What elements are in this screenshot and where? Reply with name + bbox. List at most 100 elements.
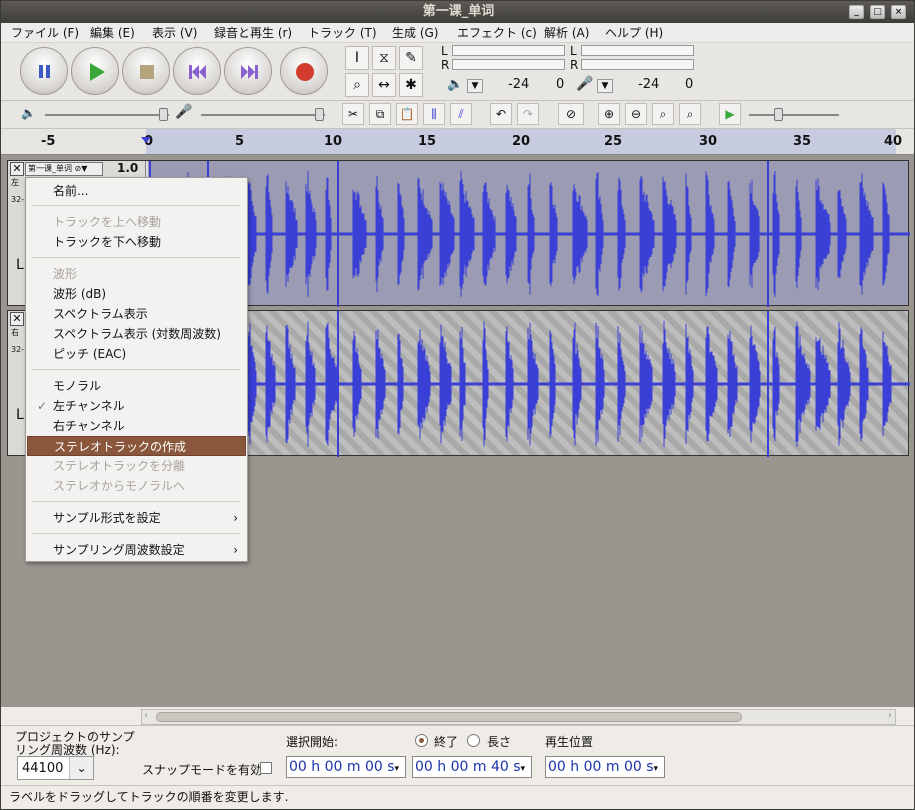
play-speed-thumb[interactable] <box>774 108 783 121</box>
silence-button[interactable]: ⫽ <box>450 103 472 125</box>
menu-view[interactable]: 表示 (V) <box>152 25 197 41</box>
length-radio[interactable] <box>467 734 480 747</box>
zoom-out-button[interactable]: ⊖ <box>625 103 647 125</box>
track-close-icon[interactable]: ✕ <box>10 162 24 176</box>
playback-meter-L: L <box>441 44 448 58</box>
copy-button[interactable]: ⧉ <box>369 103 391 125</box>
close-window-icon[interactable]: × <box>891 5 906 19</box>
zoom-tool[interactable]: ⌕ <box>345 73 369 97</box>
menu-analyze[interactable]: 解析 (A) <box>544 25 589 41</box>
menu-pitch[interactable]: ピッチ (EAC) <box>27 344 246 364</box>
chevron-right-icon: › <box>233 511 238 525</box>
record-meter-bar-L <box>581 45 694 56</box>
menu-file[interactable]: ファイル (F) <box>11 25 79 41</box>
play-speed-slider[interactable] <box>749 114 839 116</box>
app-window: 第一课_单词 _ □ × ファイル (F) 編集 (E) 表示 (V) 録音と再… <box>0 0 915 810</box>
undo-button[interactable]: ↶ <box>490 103 512 125</box>
playback-volume-thumb[interactable] <box>159 108 168 121</box>
record-button[interactable] <box>280 47 328 95</box>
title-bar: 第一课_单词 _ □ × <box>1 1 914 23</box>
menu-bar: ファイル (F) 編集 (E) 表示 (V) 録音と再生 (r) トラック (T… <box>1 23 914 43</box>
menu-make-stereo[interactable]: ステレオトラックの作成 <box>27 436 246 456</box>
menu-transport[interactable]: 録音と再生 (r) <box>214 25 292 41</box>
time-format-icon[interactable]: ▾ <box>654 764 659 774</box>
selection-start-label: 選択開始: <box>286 735 339 749</box>
menu-tracks[interactable]: トラック (T) <box>308 25 377 41</box>
menu-mono[interactable]: モノラル <box>27 376 246 396</box>
time-format-icon[interactable]: ▾ <box>395 764 400 774</box>
play-position-label: 再生位置 <box>545 735 594 749</box>
redo-button[interactable]: ↷ <box>517 103 539 125</box>
chevron-down-icon[interactable]: ⌄ <box>69 757 93 779</box>
timeline-ruler[interactable]: -5 0 5 10 15 20 25 30 35 40 <box>1 129 914 155</box>
menu-move-down[interactable]: トラックを下へ移動 <box>27 232 246 252</box>
stop-icon <box>140 65 154 79</box>
ibeam-icon: I <box>354 50 360 66</box>
sync-lock-button[interactable]: ⊘ <box>558 103 584 125</box>
menu-spectrum-log[interactable]: スペクトラム表示 (対数周波数) <box>27 324 246 344</box>
playback-volume-slider[interactable] <box>45 114 169 116</box>
play-at-speed-button[interactable]: ▶ <box>719 103 741 125</box>
time-format-icon[interactable]: ▾ <box>521 764 526 774</box>
maximize-icon[interactable]: □ <box>870 5 885 19</box>
menu-help[interactable]: ヘルプ (H) <box>605 25 663 41</box>
stop-button[interactable] <box>122 47 170 95</box>
waveform-right[interactable] <box>148 311 910 457</box>
selection-end-field[interactable]: 00 h 00 m 40 s▾ <box>412 756 532 778</box>
project-rate-combo[interactable]: 44100 ⌄ <box>17 756 94 780</box>
radio-dot <box>419 738 424 743</box>
snap-checkbox[interactable] <box>260 762 272 774</box>
fit-project-button[interactable]: ⌕ <box>679 103 701 125</box>
menu-sample-format[interactable]: サンプル形式を設定 › <box>27 508 246 528</box>
trim-button[interactable]: ⫼ <box>423 103 445 125</box>
record-volume-thumb[interactable] <box>315 108 324 121</box>
minimize-icon[interactable]: _ <box>849 5 864 19</box>
zoom-in-button[interactable]: ⊕ <box>598 103 620 125</box>
pause-button[interactable] <box>20 47 68 95</box>
meter-zero-label-2: 0 <box>685 77 694 92</box>
menu-right-channel[interactable]: 右チャンネル <box>27 416 246 436</box>
paste-button[interactable]: 📋 <box>396 103 418 125</box>
multi-tool[interactable]: ✱ <box>399 73 423 97</box>
transport-toolbar: I ⧖ ✎ ⌕ ↔ ✱ L R L R 🔈 ▼ -24 0 🎤 ▼ -24 0 <box>1 43 914 101</box>
menu-left-channel[interactable]: ✓ 左チャンネル <box>27 396 246 416</box>
track-close-icon[interactable]: ✕ <box>10 312 24 326</box>
menu-sample-rate[interactable]: サンプリング周波数設定 › <box>27 540 246 560</box>
draw-tool[interactable]: ✎ <box>399 46 423 70</box>
record-volume-slider[interactable] <box>201 114 325 116</box>
menu-generate[interactable]: 生成 (G) <box>392 25 438 41</box>
volume-icon: 🔈 <box>21 106 36 120</box>
menu-edit[interactable]: 編集 (E) <box>90 25 135 41</box>
edit-toolbar: 🔈 🎤 ✂ ⧉ 📋 ⫼ ⫽ ↶ ↷ ⊘ ⊕ ⊖ ⌕ ⌕ ▶ <box>1 101 914 129</box>
fit-selection-button[interactable]: ⌕ <box>652 103 674 125</box>
menu-separator <box>32 533 240 534</box>
waveform-right-svg <box>148 311 910 457</box>
end-radio[interactable] <box>415 734 428 747</box>
selection-tool[interactable]: I <box>345 46 369 70</box>
scroll-right-icon[interactable]: › <box>888 710 892 721</box>
cut-button[interactable]: ✂ <box>342 103 364 125</box>
menu-rename[interactable]: 名前... <box>27 181 246 201</box>
selection-start-field[interactable]: 00 h 00 m 00 s▾ <box>286 756 406 778</box>
scroll-left-icon[interactable]: ‹ <box>144 710 148 721</box>
menu-waveform-db[interactable]: 波形 (dB) <box>27 284 246 304</box>
menu-effect[interactable]: エフェクト (c) <box>457 25 537 41</box>
menu-sample-rate-label: サンプリング周波数設定 <box>53 543 185 557</box>
playback-meter-menu[interactable]: ▼ <box>467 79 483 93</box>
scrollbar-thumb[interactable] <box>156 712 742 722</box>
timeshift-tool[interactable]: ↔ <box>372 73 396 97</box>
track-context-menu: 名前... トラックを上へ移動 トラックを下へ移動 波形 波形 (dB) スペク… <box>25 177 248 562</box>
skip-start-button[interactable] <box>173 47 221 95</box>
waveform-left[interactable] <box>148 161 910 307</box>
track-pan-label: L <box>16 257 24 273</box>
play-button[interactable] <box>71 47 119 95</box>
skip-start-icon <box>189 65 206 79</box>
menu-spectrum[interactable]: スペクトラム表示 <box>27 304 246 324</box>
track-info-channel: 右 <box>11 328 19 337</box>
skip-end-button[interactable] <box>224 47 272 95</box>
envelope-tool[interactable]: ⧖ <box>372 46 396 70</box>
play-position-field[interactable]: 00 h 00 m 00 s▾ <box>545 756 665 778</box>
track-menu-button[interactable]: 第一课_单词 ⊘▼ <box>25 162 103 176</box>
horizontal-scrollbar[interactable]: ‹ › <box>141 709 896 725</box>
record-meter-menu[interactable]: ▼ <box>597 79 613 93</box>
